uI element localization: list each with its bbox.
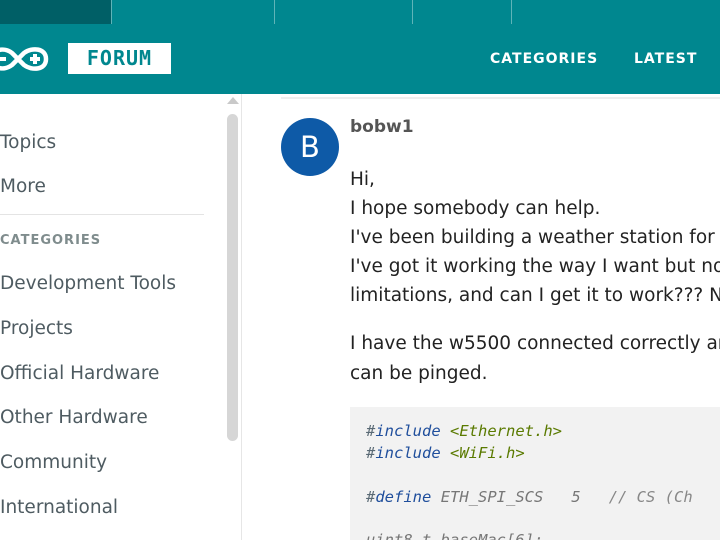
top-strip-divider	[412, 0, 413, 24]
sidebar-item-topics[interactable]: Topics	[0, 132, 56, 153]
sidebar: Topics More CATEGORIES Development Tools…	[0, 94, 242, 540]
code-line: #include <Ethernet.h>	[366, 422, 562, 440]
post-text-line: limitations, and can I get it to work???…	[350, 285, 720, 306]
sidebar-item-more[interactable]: More	[0, 176, 46, 197]
post-text-line: I have the w5500 connected correctly and	[350, 333, 720, 354]
arduino-logo-icon[interactable]	[0, 43, 58, 75]
sidebar-item-projects[interactable]: Projects	[0, 318, 73, 339]
sidebar-item-development-tools[interactable]: Development Tools	[0, 273, 176, 294]
code-line: uint8_t baseMac[6];	[366, 531, 544, 540]
nav-categories[interactable]: CATEGORIES	[490, 51, 598, 67]
sidebar-item-official-hardware[interactable]: Official Hardware	[0, 363, 159, 384]
top-strip-active-tab[interactable]	[0, 0, 111, 24]
sidebar-item-other-hardware[interactable]: Other Hardware	[0, 407, 148, 428]
post-text-line: Hi,	[350, 169, 375, 190]
post-text-line: can be pinged.	[350, 363, 488, 384]
code-line: #include <WiFi.h>	[366, 444, 525, 462]
top-strip-divider	[274, 0, 275, 24]
forum-logo-label[interactable]: FORUM	[68, 43, 171, 74]
sidebar-item-international[interactable]: International	[0, 497, 118, 518]
top-strip-divider	[511, 0, 512, 24]
code-block: #include <Ethernet.h> #include <WiFi.h> …	[350, 407, 720, 540]
sidebar-categories-heading: CATEGORIES	[0, 233, 102, 248]
post-username[interactable]: bobw1	[350, 117, 414, 137]
sidebar-divider	[0, 214, 204, 215]
site-header: FORUM CATEGORIES LATEST	[0, 24, 720, 94]
scroll-up-arrow-icon[interactable]	[227, 97, 239, 104]
code-line: #define ETH_SPI_SCS 5 // CS (Ch	[366, 488, 693, 506]
post-divider	[281, 97, 720, 99]
top-strip-divider	[111, 0, 112, 24]
sidebar-item-community[interactable]: Community	[0, 452, 107, 473]
avatar[interactable]: B	[281, 118, 339, 176]
post-text-line: I've got it working the way I want but n…	[350, 256, 720, 277]
nav-latest[interactable]: LATEST	[634, 51, 697, 67]
sidebar-scrollbar[interactable]	[227, 114, 238, 441]
post-text-line: I hope somebody can help.	[350, 198, 601, 219]
post-text-line: I've been building a weather station for…	[350, 227, 720, 248]
top-strip	[0, 0, 720, 24]
